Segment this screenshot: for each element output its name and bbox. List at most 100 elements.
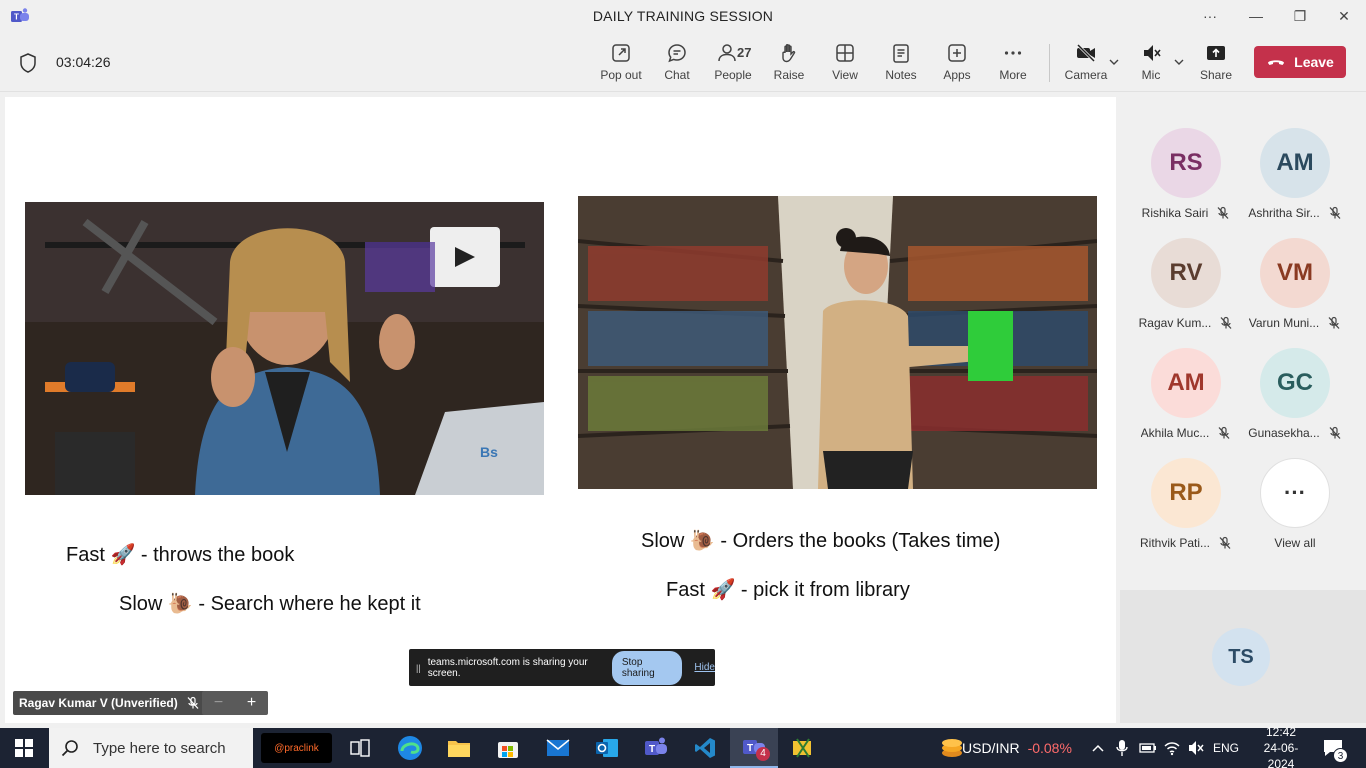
taskbar-teams-active[interactable]: T 4 — [730, 728, 778, 768]
zoom-out-button[interactable]: − — [214, 694, 223, 712]
clock-date: 24-06-2024 — [1263, 741, 1299, 768]
zoom-in-button[interactable]: + — [247, 694, 256, 712]
taskbar-edge[interactable] — [386, 728, 434, 768]
people-label: People — [714, 68, 752, 82]
more-label: More — [999, 68, 1027, 82]
search-placeholder: Type here to search — [93, 739, 226, 757]
participant-name-row: Ashritha Sir... — [1240, 206, 1350, 220]
taskbar-mail[interactable] — [534, 728, 582, 768]
participant-tile[interactable]: GC Gunasekha... — [1240, 348, 1350, 453]
participant-avatar: AM — [1260, 128, 1330, 198]
taskbar-teams-classic[interactable]: T — [632, 728, 680, 768]
notes-icon — [893, 44, 909, 63]
raise-hand-button[interactable]: Raise — [761, 42, 817, 86]
zoom-controls: − + — [202, 691, 268, 715]
taskbar-promo[interactable]: @praclink — [261, 733, 332, 763]
participant-avatar: RS — [1151, 128, 1221, 198]
participant-name: Rishika Sairi — [1141, 206, 1209, 220]
pause-icon[interactable]: || — [416, 663, 421, 673]
ticker-value: -0.08% — [1027, 740, 1072, 756]
view-grid-icon — [836, 44, 854, 62]
close-button[interactable]: ✕ — [1321, 0, 1366, 32]
share-button[interactable]: Share — [1188, 42, 1244, 86]
view-all-button[interactable]: ··· View all — [1240, 458, 1350, 563]
view-all-label: View all — [1274, 536, 1316, 550]
participant-name: Gunasekha... — [1248, 426, 1320, 440]
presenter-name-badge: Ragav Kumar V (Unverified) — [13, 691, 208, 715]
self-avatar: TS — [1212, 628, 1270, 686]
video-frame-left: Bs — [25, 202, 544, 495]
restore-button[interactable]: ❐ — [1277, 0, 1323, 32]
participant-name-row: Akhila Muc... — [1131, 426, 1241, 440]
hide-sharing-bar-link[interactable]: Hide — [694, 662, 715, 673]
participant-tile[interactable]: AM Ashritha Sir... — [1240, 128, 1350, 233]
participant-name: Akhila Muc... — [1140, 426, 1210, 440]
participant-name-row: Gunasekha... — [1240, 426, 1350, 440]
leave-button[interactable]: Leave — [1254, 46, 1346, 78]
battery-icon — [1139, 743, 1156, 753]
mic-off-icon — [1144, 45, 1161, 61]
participant-name-row: Varun Muni... — [1240, 316, 1350, 330]
camera-button[interactable]: Camera — [1058, 42, 1114, 86]
tray-mic-button[interactable] — [1115, 728, 1129, 768]
view-button[interactable]: View — [817, 42, 873, 86]
notes-button[interactable]: Notes — [873, 42, 929, 86]
task-view-button[interactable] — [336, 728, 384, 768]
chat-button[interactable]: Chat — [649, 42, 705, 86]
tray-volume-button[interactable] — [1187, 728, 1205, 768]
teams-meeting-window: T DAILY TRAINING SESSION ··· — ❐ ✕ 03:04… — [0, 0, 1366, 768]
more-icon: ··· — [1203, 8, 1217, 24]
phone-hangup-icon — [1268, 60, 1285, 65]
slide-text-left-1: Fast 🚀 - throws the book — [66, 544, 295, 566]
start-button[interactable] — [0, 728, 48, 768]
apps-button[interactable]: Apps — [929, 42, 985, 86]
input-language[interactable]: ENG — [1213, 728, 1239, 768]
shield-icon — [20, 53, 36, 73]
camera-options-chevron-icon[interactable] — [1108, 56, 1120, 68]
show-hidden-icons-button[interactable] — [1091, 728, 1105, 768]
taskbar-snipping[interactable] — [779, 728, 827, 768]
toolbar-divider — [1049, 44, 1050, 82]
ellipsis-icon — [1004, 51, 1022, 55]
people-button[interactable]: 27 People — [705, 42, 761, 86]
participant-tile[interactable]: RP Rithvik Pati... — [1131, 458, 1241, 563]
taskbar-clock[interactable]: 12:42 24-06-2024 — [1253, 725, 1309, 768]
camera-label: Camera — [1064, 68, 1108, 82]
participant-avatar: RV — [1151, 238, 1221, 308]
pop-out-button[interactable]: Pop out — [593, 42, 649, 86]
stop-sharing-button[interactable]: Stop sharing — [611, 650, 683, 685]
shared-screen-stage: Bs Fast 🚀 - throws the book Slow 🐌 - Sea… — [5, 97, 1116, 723]
library-aisle-image — [578, 196, 1097, 489]
share-tray-icon — [1207, 46, 1225, 60]
restore-icon: ❐ — [1293, 7, 1307, 24]
self-view-tile[interactable]: TS — [1120, 590, 1366, 723]
mic-button[interactable]: Mic — [1123, 42, 1179, 86]
minimize-button[interactable]: — — [1233, 0, 1279, 32]
presenter-name: Ragav Kumar V (Unverified) — [19, 696, 178, 710]
participant-tile[interactable]: RS Rishika Sairi — [1131, 128, 1241, 233]
taskbar-store[interactable] — [484, 728, 532, 768]
notification-center-button[interactable]: 3 — [1322, 728, 1348, 768]
more-actions-button[interactable]: More — [985, 42, 1041, 86]
participant-tile[interactable]: RV Ragav Kum... — [1131, 238, 1241, 343]
search-icon — [61, 740, 78, 757]
participant-tile[interactable]: AM Akhila Muc... — [1131, 348, 1241, 453]
taskbar-file-explorer[interactable] — [435, 728, 483, 768]
teams-icon: T — [645, 737, 667, 755]
participant-name: Rithvik Pati... — [1139, 536, 1211, 550]
tray-network-button[interactable] — [1163, 728, 1181, 768]
participant-tile[interactable]: VM Varun Muni... — [1240, 238, 1350, 343]
currency-ticker[interactable]: USD/INR -0.08% — [962, 728, 1072, 768]
taskbar-vscode[interactable] — [681, 728, 729, 768]
mic-options-chevron-icon[interactable] — [1173, 56, 1185, 68]
taskbar-outlook[interactable] — [583, 728, 631, 768]
participant-avatar: AM — [1151, 348, 1221, 418]
taskbar-search-box[interactable]: Type here to search — [49, 728, 253, 768]
store-bag-icon — [498, 742, 518, 758]
apps-plus-icon — [948, 44, 966, 62]
teams-notification-badge: 4 — [756, 747, 770, 761]
window-more-button[interactable]: ··· — [1187, 0, 1233, 32]
participant-name: Ashritha Sir... — [1248, 206, 1320, 220]
tray-battery-button[interactable] — [1139, 728, 1157, 768]
clock-time: 12:42 — [1265, 725, 1297, 739]
